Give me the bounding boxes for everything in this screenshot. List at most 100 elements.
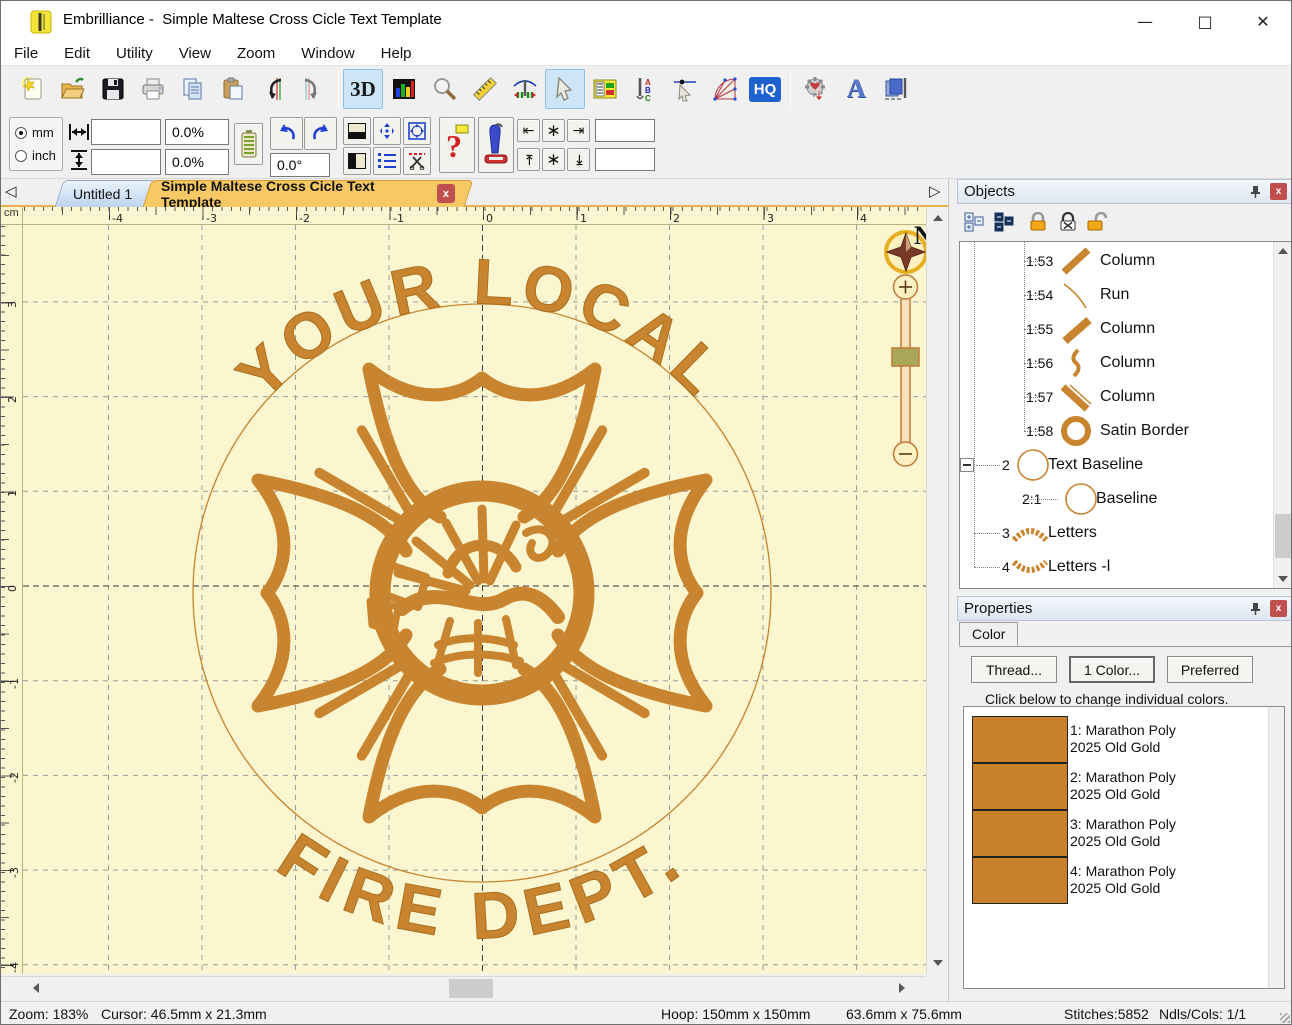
tab-scroll-left-icon[interactable]: ◁ — [5, 182, 17, 200]
maximize-button[interactable]: □ — [1177, 1, 1233, 41]
pin-icon[interactable] — [1249, 602, 1262, 615]
color-swatch[interactable] — [972, 857, 1068, 904]
batch-convert-button[interactable] — [876, 69, 916, 109]
objects-close-icon[interactable]: x — [1270, 183, 1287, 200]
embroidery-design[interactable]: YOUR LOCAL FIRE DEPT. N — [23, 225, 926, 974]
lock-button[interactable] — [1025, 209, 1051, 235]
collapse-all-button[interactable] — [991, 209, 1017, 235]
align-center-h-button[interactable]: ∗ — [542, 119, 565, 142]
node-edit-button[interactable] — [665, 69, 705, 109]
stitch-list-button[interactable] — [373, 147, 401, 175]
canvas-zoom-slider[interactable] — [892, 275, 919, 466]
tab-close-icon[interactable]: x — [437, 184, 455, 203]
rotate-right-button[interactable] — [304, 117, 337, 150]
color-swatch[interactable] — [972, 810, 1068, 857]
objects-scrollbar[interactable] — [1273, 242, 1291, 588]
object-item-letters-2[interactable]: 4 Letters -l — [960, 550, 1270, 584]
minimize-button[interactable]: — — [1117, 1, 1173, 41]
stitch-generate-button[interactable] — [796, 69, 836, 109]
paste-button[interactable] — [213, 69, 253, 109]
object-item-column-4[interactable]: 1:57 Column — [960, 380, 1270, 414]
open-button[interactable] — [53, 69, 93, 109]
center-design-button[interactable] — [373, 117, 401, 145]
font-button[interactable]: A — [836, 69, 876, 109]
stitch-segments-button[interactable] — [705, 69, 745, 109]
cleanup-button[interactable] — [478, 117, 514, 173]
object-item-text-baseline[interactable]: 2 Text Baseline — [960, 448, 1270, 482]
menu-window[interactable]: Window — [288, 43, 367, 64]
object-item-baseline[interactable]: 2:1 Baseline — [960, 482, 1270, 516]
color-row-4[interactable]: 4: Marathon Poly 2025 Old Gold — [964, 857, 1264, 904]
menu-help[interactable]: Help — [368, 43, 425, 64]
color-row-3[interactable]: 3: Marathon Poly 2025 Old Gold — [964, 810, 1264, 857]
tab-maltese-template[interactable]: Simple Maltese Cross Cicle Text Template… — [147, 180, 469, 207]
align-top-button[interactable]: ⇤ — [517, 148, 540, 171]
object-item-run[interactable]: 1:54 Run — [960, 278, 1270, 312]
measure-button[interactable] — [465, 69, 505, 109]
lock-none-button[interactable] — [1055, 209, 1081, 235]
scroll-up-icon[interactable] — [933, 215, 943, 221]
align-left-button[interactable]: ⇤ — [517, 119, 540, 142]
menu-file[interactable]: File — [1, 43, 51, 64]
menu-view[interactable]: View — [166, 43, 224, 64]
resize-grip[interactable] — [1280, 1013, 1290, 1023]
tab-scroll-right-icon[interactable]: ▷ — [929, 182, 941, 200]
density-battery-button[interactable] — [234, 123, 263, 165]
scrollbar-thumb[interactable] — [1275, 514, 1291, 558]
hq-view-button[interactable]: HQ — [745, 69, 785, 109]
expand-all-button[interactable] — [961, 209, 987, 235]
object-properties-button[interactable] — [585, 69, 625, 109]
trim-button[interactable] — [403, 147, 431, 175]
menu-edit[interactable]: Edit — [51, 43, 103, 64]
color-swatch[interactable] — [972, 716, 1068, 763]
contrast-toggle-button[interactable] — [343, 147, 371, 175]
object-item-column-1[interactable]: 1:53 Column — [960, 244, 1270, 278]
bottom-arc-text[interactable]: FIRE DEPT. — [266, 819, 698, 953]
color-row-2[interactable]: 2: Marathon Poly 2025 Old Gold — [964, 763, 1264, 810]
color-swatch[interactable] — [972, 763, 1068, 810]
stitch-density-button[interactable] — [505, 69, 545, 109]
width-percent-input[interactable] — [165, 119, 229, 145]
print-button[interactable] — [133, 69, 173, 109]
close-button[interactable]: ✕ — [1235, 1, 1291, 41]
menu-utility[interactable]: Utility — [103, 43, 166, 64]
object-item-letters[interactable]: 3 Letters — [960, 516, 1270, 550]
color-view-button[interactable] — [384, 69, 424, 109]
pin-icon[interactable] — [1249, 185, 1262, 198]
view-3d-button[interactable]: 3D — [343, 69, 383, 109]
unit-inch-radio[interactable]: inch — [15, 148, 56, 163]
copy-button[interactable] — [173, 69, 213, 109]
menu-zoom[interactable]: Zoom — [224, 43, 288, 64]
zoom-slider-handle[interactable] — [892, 348, 919, 366]
scroll-down-icon[interactable] — [933, 960, 943, 966]
object-item-satin-border[interactable]: 1:58 Satin Border — [960, 414, 1270, 448]
canvas-vertical-scrollbar[interactable] — [926, 207, 948, 974]
tab-color[interactable]: Color — [959, 622, 1018, 646]
unlock-button[interactable] — [1085, 209, 1111, 235]
fit-hoop-button[interactable] — [403, 117, 431, 145]
save-button[interactable] — [93, 69, 133, 109]
properties-close-icon[interactable]: x — [1270, 600, 1287, 617]
object-item-column-3[interactable]: 1:56 Column — [960, 346, 1270, 380]
height-percent-input[interactable] — [165, 149, 229, 175]
align-bottom-button[interactable]: ⇥ — [567, 148, 590, 171]
scroll-down-icon[interactable] — [1278, 576, 1288, 582]
thread-button[interactable]: Thread... — [971, 656, 1057, 683]
unit-mm-radio[interactable]: mm — [15, 125, 54, 140]
undo-button[interactable] — [253, 69, 293, 109]
lettering-button[interactable]: A B C — [625, 69, 665, 109]
new-button[interactable] — [13, 69, 53, 109]
tab-untitled[interactable]: Untitled 1 — [59, 180, 151, 207]
rotate-left-button[interactable] — [270, 117, 303, 150]
collapse-node-icon[interactable] — [960, 458, 974, 472]
align-center-v-button[interactable]: ∗ — [542, 148, 565, 171]
width-input[interactable] — [91, 119, 161, 145]
preferred-button[interactable]: Preferred — [1167, 656, 1253, 683]
background-toggle-button[interactable] — [343, 117, 371, 145]
select-tool-button[interactable] — [545, 69, 585, 109]
scroll-left-icon[interactable] — [33, 983, 39, 993]
rotation-input[interactable] — [270, 153, 330, 177]
one-color-button[interactable]: 1 Color... — [1069, 656, 1155, 683]
zoom-tool-button[interactable] — [425, 69, 465, 109]
scroll-right-icon[interactable] — [899, 983, 905, 993]
